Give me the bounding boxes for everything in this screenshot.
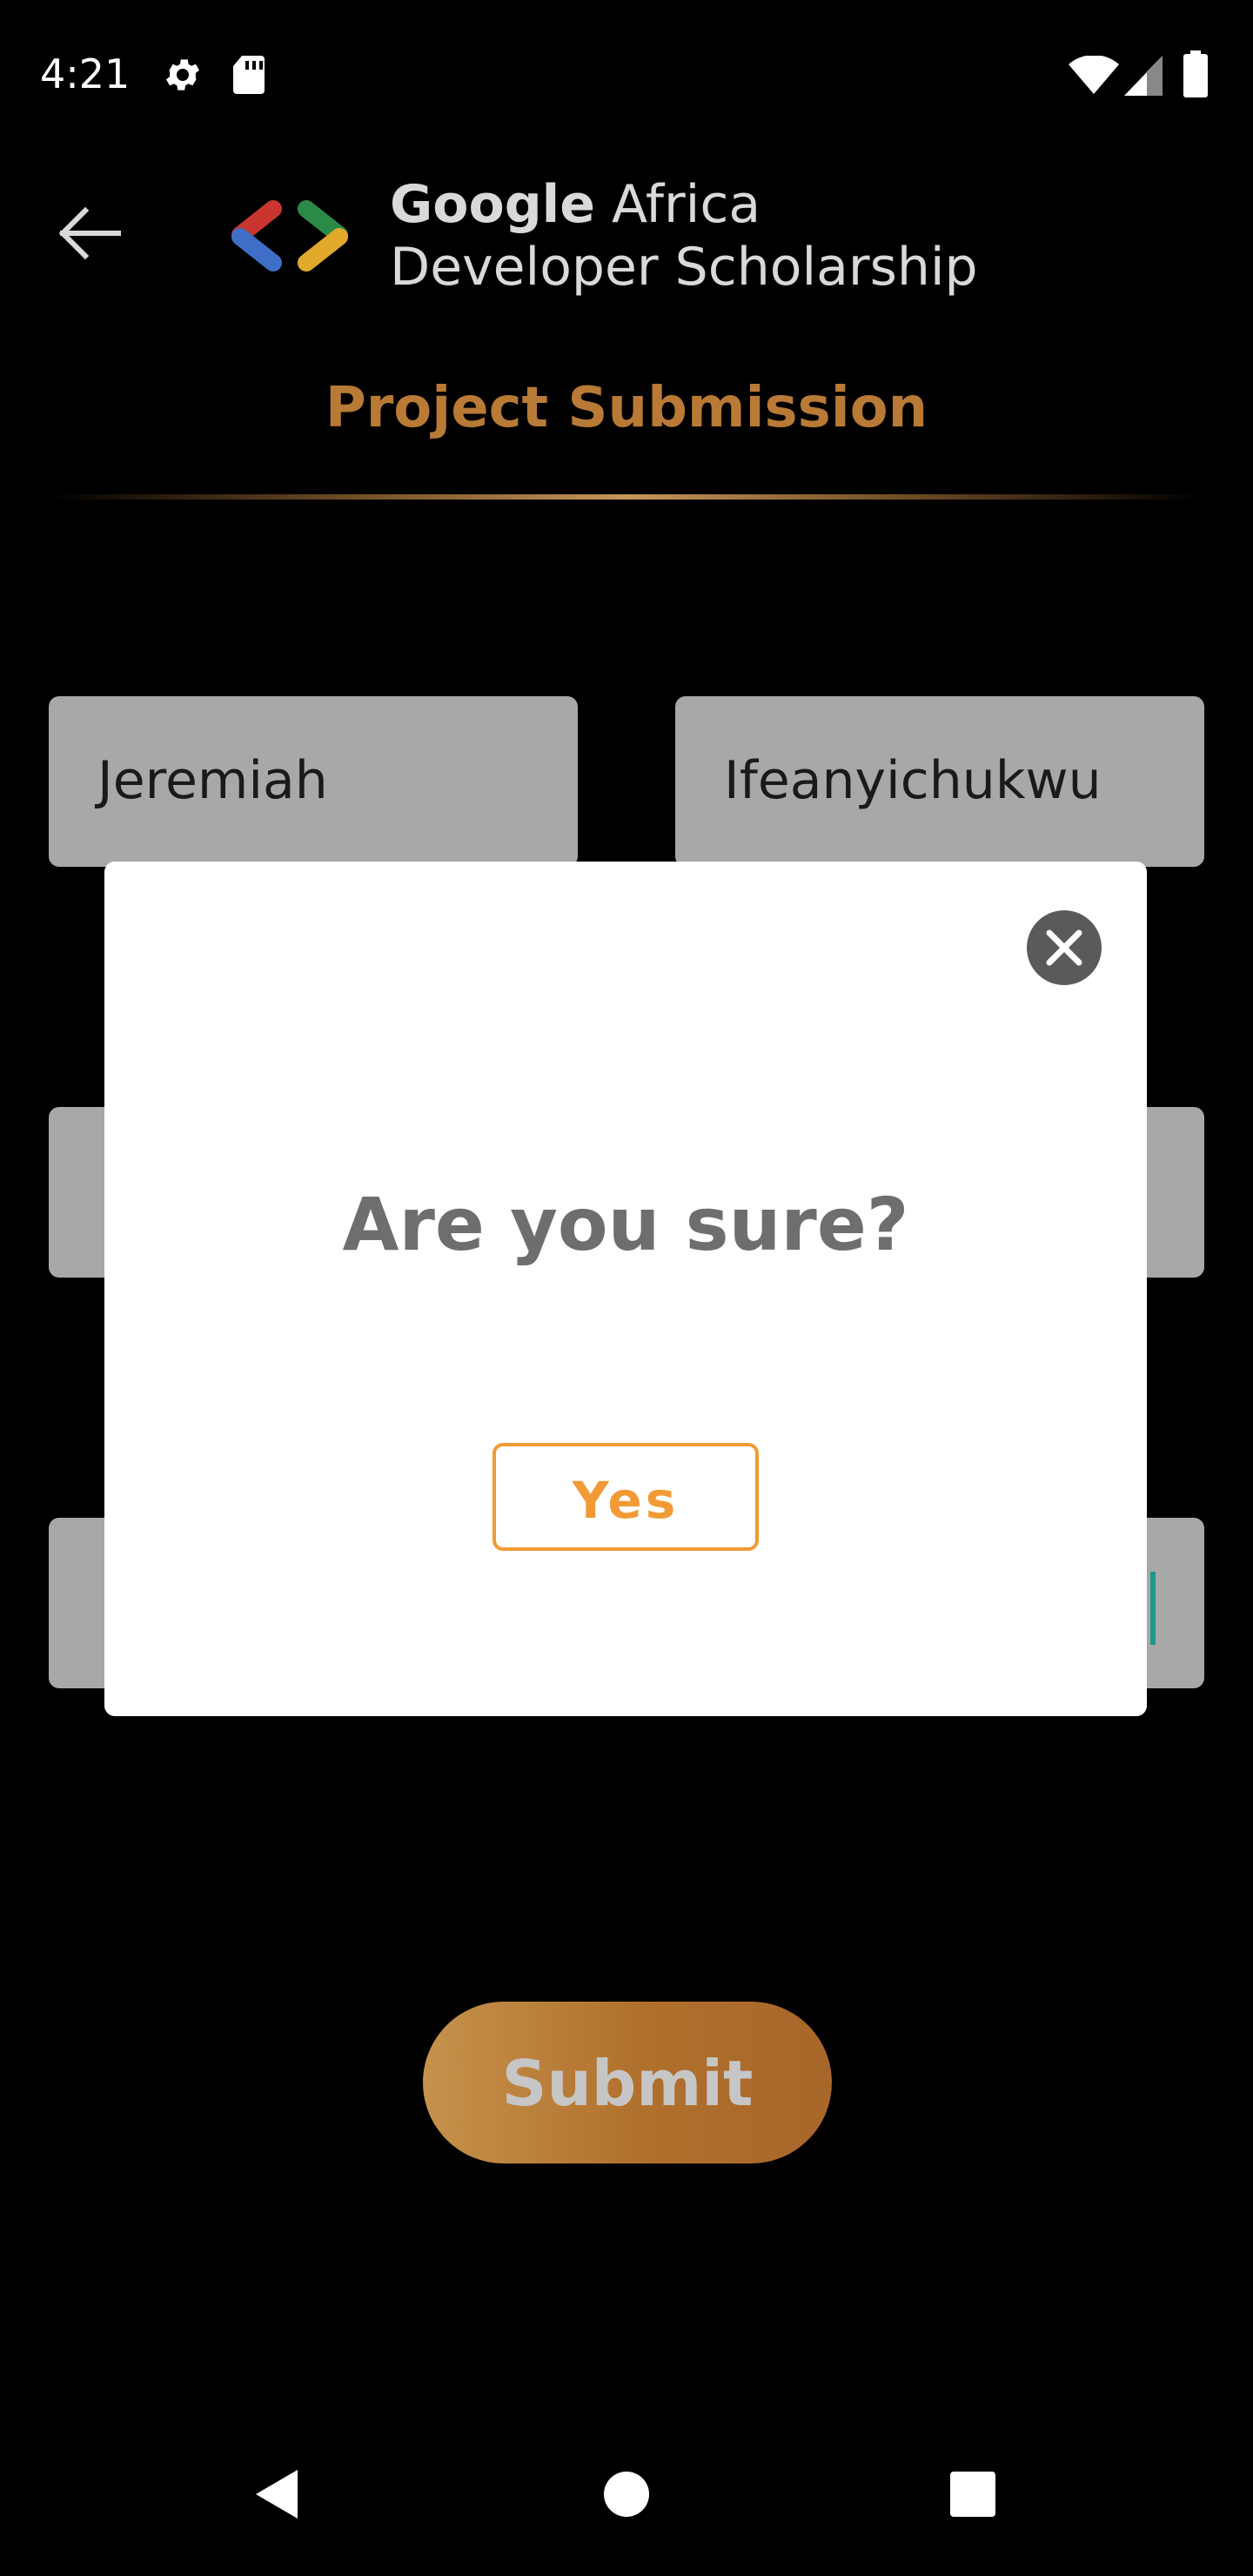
close-button[interactable] xyxy=(1027,910,1102,985)
nav-recents-icon[interactable] xyxy=(929,2451,1016,2538)
dialog-title: Are you sure? xyxy=(342,1182,909,1267)
navigation-bar xyxy=(0,2419,1253,2576)
yes-button[interactable]: Yes xyxy=(492,1443,759,1551)
nav-back-icon[interactable] xyxy=(235,2451,322,2538)
nav-home-icon[interactable] xyxy=(583,2451,670,2538)
confirm-dialog: Are you sure? Yes xyxy=(104,862,1147,1716)
close-icon xyxy=(1046,929,1082,966)
screen: 4:21 Google Africa Developer Scholarship… xyxy=(0,0,1253,2576)
yes-label: Yes xyxy=(572,1471,680,1530)
